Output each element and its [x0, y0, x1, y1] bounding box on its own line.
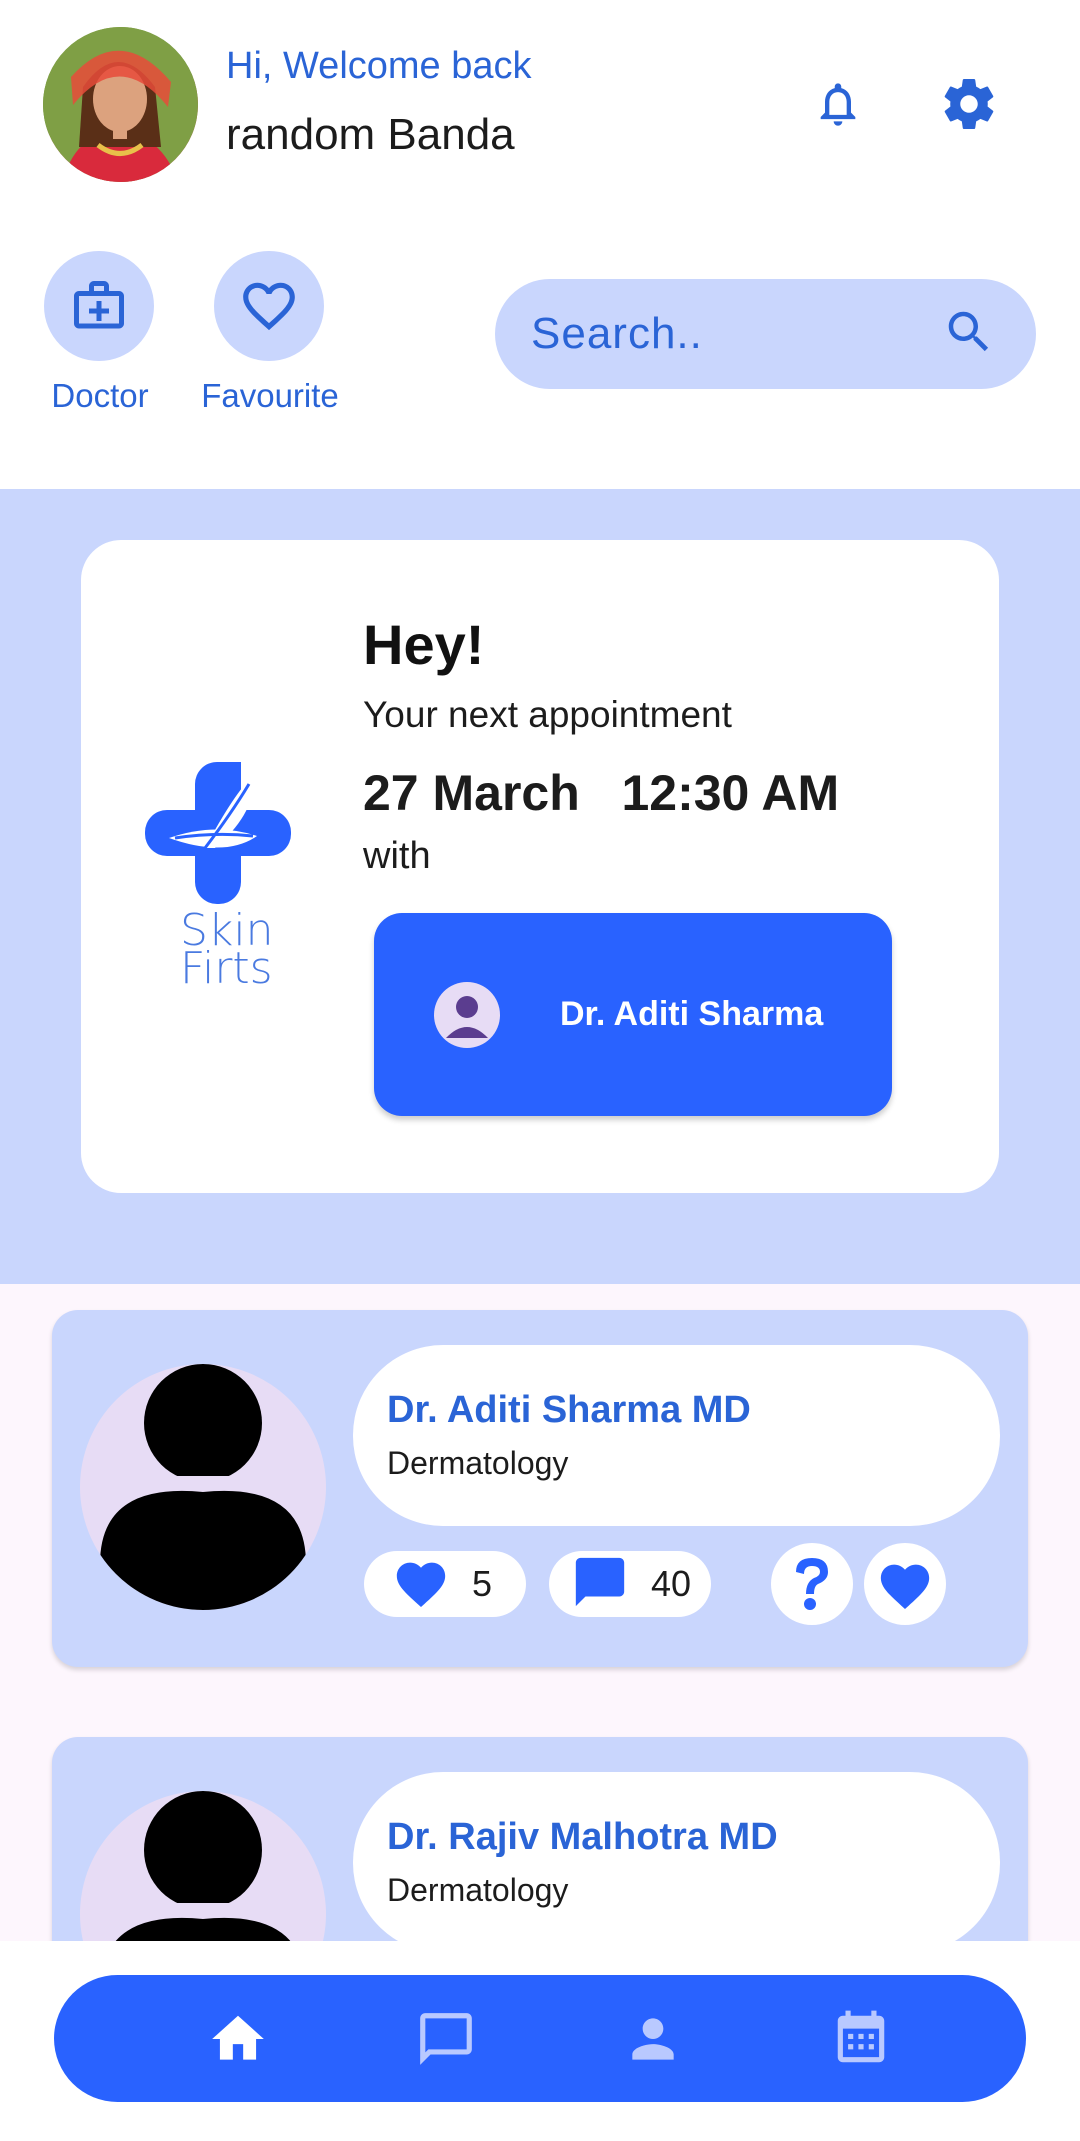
person-icon — [434, 981, 500, 1048]
heart-icon[interactable] — [864, 1543, 946, 1625]
doctor-name: Dr. Aditi Sharma MD — [387, 1389, 751, 1431]
doctor-info[interactable]: Dr. Aditi Sharma MD Dermatology — [353, 1345, 1000, 1526]
likes-count: 5 — [472, 1563, 493, 1604]
comments-count: 40 — [651, 1563, 692, 1604]
appointment-doctor-name: Dr. Aditi Sharma — [560, 995, 824, 1033]
appointment-datetime: 27 March 12:30 AM — [363, 764, 839, 822]
appointment-time: 12:30 AM — [621, 765, 840, 821]
doctor-name: Dr. Rajiv Malhotra MD — [387, 1816, 778, 1858]
skin-firts-logo — [145, 762, 291, 909]
bottom-nav — [54, 1975, 1026, 2102]
home-icon[interactable] — [196, 1997, 280, 2081]
bell-icon[interactable] — [798, 64, 878, 144]
comments-pill[interactable]: 40 — [549, 1551, 711, 1617]
favourite-label: Favourite — [201, 377, 339, 414]
heart-outline-icon — [214, 251, 324, 361]
chat-icon[interactable] — [404, 1997, 488, 2081]
person-icon[interactable] — [611, 1997, 695, 2081]
search-icon[interactable] — [942, 305, 996, 364]
logo-text: Skin Firts — [180, 909, 274, 994]
appointment-title: Hey! — [363, 613, 485, 676]
username-text: random Banda — [226, 110, 515, 159]
gear-icon[interactable] — [929, 64, 1009, 144]
chat-icon — [571, 1553, 629, 1616]
search-input[interactable]: Search.. — [495, 279, 1036, 389]
heart-icon — [392, 1555, 450, 1614]
likes-pill[interactable]: 5 — [364, 1551, 526, 1617]
doctor-info[interactable]: Dr. Rajiv Malhotra MD Dermatology — [353, 1772, 1000, 1953]
user-avatar[interactable] — [43, 27, 198, 182]
question-icon[interactable] — [771, 1543, 853, 1625]
appointment-doctor-button[interactable]: Dr. Aditi Sharma — [374, 913, 892, 1116]
logo-line-2: Firts — [180, 943, 273, 994]
doctor-specialty: Dermatology — [387, 1872, 569, 1908]
doctor-label: Doctor — [51, 377, 149, 414]
doctor-shortcut[interactable] — [44, 251, 154, 361]
search-placeholder: Search.. — [531, 309, 703, 358]
doctor-specialty: Dermatology — [387, 1445, 569, 1481]
calendar-icon[interactable] — [819, 1997, 903, 2081]
appointment-date: 27 March — [363, 765, 580, 821]
greeting-text: Hi, Welcome back — [226, 45, 532, 87]
person-icon — [80, 1364, 326, 1610]
favourite-shortcut[interactable] — [214, 251, 324, 361]
appointment-subtitle: Your next appointment — [363, 694, 732, 735]
doctor-card[interactable]: Dr. Aditi Sharma MD Dermatology 5 40 — [52, 1310, 1028, 1667]
medical-bag-icon — [44, 251, 154, 361]
with-label: with — [363, 835, 431, 877]
